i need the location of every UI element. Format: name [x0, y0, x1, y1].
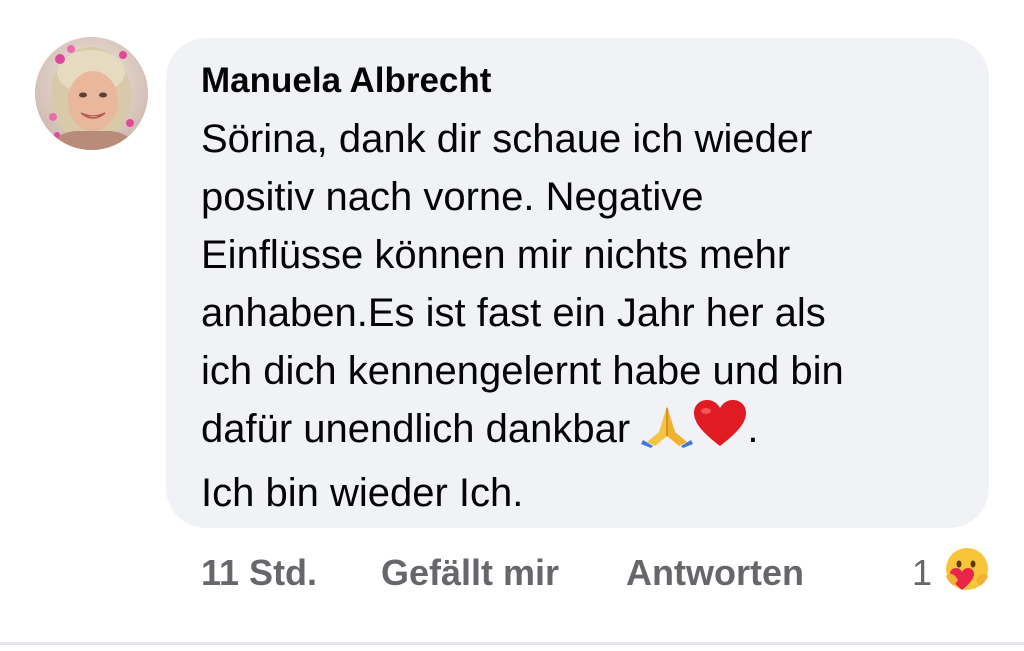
comment-author-name[interactable]: Manuela Albrecht	[201, 61, 491, 101]
avatar[interactable]	[35, 37, 148, 150]
comment: Manuela Albrecht Sörina, dank dir schaue…	[0, 0, 1024, 651]
comment-text-line: Einflüsse können mir nichts mehr	[201, 233, 791, 277]
comment-timestamp[interactable]: 11 Std.	[201, 552, 317, 594]
avatar-photo	[35, 37, 148, 150]
comment-text-line: anhaben.Es ist fast ein Jahr her als	[201, 291, 826, 335]
divider	[0, 642, 1024, 645]
comment-text: Sörina, dank dir schaue ich wieder posit…	[201, 110, 981, 522]
reply-button[interactable]: Antworten	[626, 552, 804, 594]
comment-text-line: Sörina, dank dir schaue ich wieder	[201, 117, 813, 161]
comment-text-line: ich dich kennengelernt habe und bin	[201, 349, 844, 393]
comment-text-line-emoji: dafür unendlich dankbar .	[201, 400, 981, 464]
comment-text-line: Ich bin wieder Ich.	[201, 471, 524, 515]
comment-actions: 11 Std. Gefällt mir Antworten 1	[0, 546, 1024, 596]
red-heart-icon	[693, 400, 747, 464]
care-reaction-icon	[942, 546, 992, 601]
comment-text-line: positiv nach vorne. Negative	[201, 175, 704, 219]
like-button[interactable]: Gefällt mir	[381, 552, 559, 594]
comment-text-punctuation: .	[747, 407, 759, 451]
comment-text-segment: dafür unendlich dankbar	[201, 407, 631, 451]
reaction-count: 1	[912, 552, 933, 593]
folded-hands-icon	[641, 402, 694, 464]
